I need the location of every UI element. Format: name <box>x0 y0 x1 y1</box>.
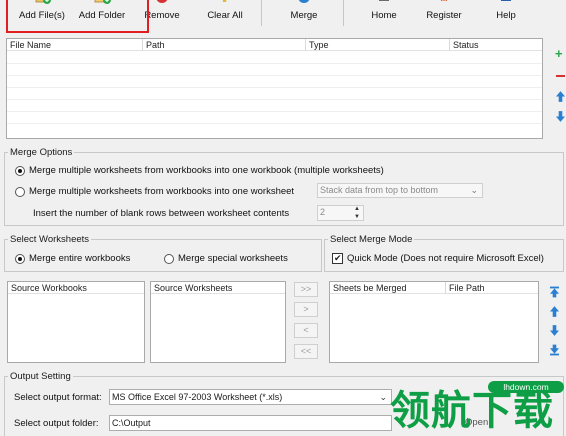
add-row-icon[interactable]: + <box>555 47 565 60</box>
chevron-down-icon: ⌄ <box>470 185 478 195</box>
sheets-merged-header[interactable]: Sheets be Merged <box>330 282 446 294</box>
merge-options-title: Merge Options <box>8 147 75 159</box>
source-worksheets-list[interactable]: Source Worksheets <box>150 281 286 363</box>
move-bottom-icon[interactable] <box>550 344 559 356</box>
grid-line <box>7 87 542 88</box>
blank-rows-spinner[interactable]: 2 ▲ ▼ <box>317 205 364 221</box>
spinner-arrows-icon: ▲ ▼ <box>354 206 360 220</box>
remove-selected-button[interactable]: < <box>294 323 318 338</box>
checkmark-icon: ✔ <box>334 253 342 263</box>
register-button[interactable]: Register <box>418 0 470 26</box>
help-icon <box>501 0 511 1</box>
column-header-type[interactable]: Type <box>306 39 450 51</box>
watermark-logo: lhdown.com 领航下载 <box>386 378 566 436</box>
merge-into-one-worksheet-radio[interactable] <box>15 187 25 197</box>
quick-mode-label[interactable]: Quick Mode (Does not require Microsoft E… <box>347 253 544 265</box>
select-worksheets-title: Select Worksheets <box>8 234 92 246</box>
quick-mode-checkbox[interactable]: ✔ <box>332 253 343 264</box>
move-up-icon[interactable] <box>550 306 559 317</box>
source-worksheets-header[interactable]: Source Worksheets <box>151 282 285 294</box>
file-list[interactable]: File Name Path Type Status <box>6 38 543 139</box>
remove-row-icon[interactable] <box>556 75 565 77</box>
source-workbooks-header[interactable]: Source Workbooks <box>8 282 144 294</box>
output-format-select[interactable]: MS Office Excel 97-2003 Worksheet (*.xls… <box>109 389 392 405</box>
source-workbooks-list[interactable]: Source Workbooks <box>7 281 145 363</box>
merge-multiple-worksheets-radio[interactable] <box>15 166 25 176</box>
help-button[interactable]: Help <box>484 0 528 26</box>
home-label: Home <box>371 10 397 21</box>
register-icon <box>440 0 448 2</box>
stack-direction-select[interactable]: Stack data from top to bottom ⌄ <box>317 183 483 198</box>
column-header-status[interactable]: Status <box>450 39 542 51</box>
output-format-label: Select output format: <box>14 392 102 403</box>
merge-entire-workbooks-radio[interactable] <box>15 254 25 264</box>
move-up-icon[interactable] <box>556 91 565 102</box>
remove-icon <box>156 0 168 3</box>
merge-option-2-label[interactable]: Merge multiple worksheets from workbooks… <box>29 186 294 198</box>
output-folder-value: C:\Output <box>112 418 151 428</box>
add-all-button[interactable]: >> <box>294 282 318 297</box>
add-selected-button[interactable]: > <box>294 302 318 317</box>
blank-rows-label: Insert the number of blank rows between … <box>33 208 290 219</box>
grid-line <box>7 63 542 64</box>
toolbar: Add File(s) Add Folder Remove Clear All … <box>0 0 566 33</box>
select-merge-mode-title: Select Merge Mode <box>328 234 415 246</box>
grid-line <box>7 123 542 124</box>
sheets-merged-list[interactable]: Sheets be Merged File Path <box>329 281 539 363</box>
toolbar-separator <box>343 0 344 26</box>
grid-line <box>7 111 542 112</box>
register-label: Register <box>426 10 462 21</box>
merge-option-1-label[interactable]: Merge multiple worksheets from workbooks… <box>29 165 384 177</box>
highlight-box <box>6 0 149 33</box>
home-icon <box>379 0 389 1</box>
home-button[interactable]: Home <box>362 0 406 26</box>
move-down-icon[interactable] <box>550 325 559 336</box>
grid-line <box>7 99 542 100</box>
merge-icon <box>298 0 310 3</box>
output-format-value: MS Office Excel 97-2003 Worksheet (*.xls… <box>112 392 283 402</box>
help-label: Help <box>496 10 516 21</box>
remove-all-button[interactable]: << <box>294 344 318 359</box>
file-path-header[interactable]: File Path <box>446 282 538 294</box>
clear-all-label: Clear All <box>207 10 243 21</box>
merge-button[interactable]: Merge <box>280 0 328 26</box>
merge-label: Merge <box>290 10 318 21</box>
clear-all-button[interactable]: Clear All <box>200 0 250 26</box>
move-top-icon[interactable] <box>550 286 559 298</box>
blank-rows-value: 2 <box>320 207 326 217</box>
grid-line <box>7 75 542 76</box>
broom-icon <box>222 0 227 2</box>
stack-direction-value: Stack data from top to bottom <box>320 185 439 195</box>
watermark-text: 领航下载 <box>390 388 554 434</box>
toolbar-separator <box>261 0 262 26</box>
merge-special-worksheets-label[interactable]: Merge special worksheets <box>178 253 288 265</box>
move-down-icon[interactable] <box>556 111 565 122</box>
output-setting-title: Output Setting <box>8 371 73 383</box>
column-header-file-name[interactable]: File Name <box>7 39 143 51</box>
column-header-path[interactable]: Path <box>143 39 306 51</box>
output-folder-label: Select output folder: <box>14 418 99 429</box>
merge-entire-workbooks-label[interactable]: Merge entire workbooks <box>29 253 130 265</box>
merge-special-worksheets-radio[interactable] <box>164 254 174 264</box>
output-folder-input[interactable]: C:\Output <box>109 415 392 431</box>
